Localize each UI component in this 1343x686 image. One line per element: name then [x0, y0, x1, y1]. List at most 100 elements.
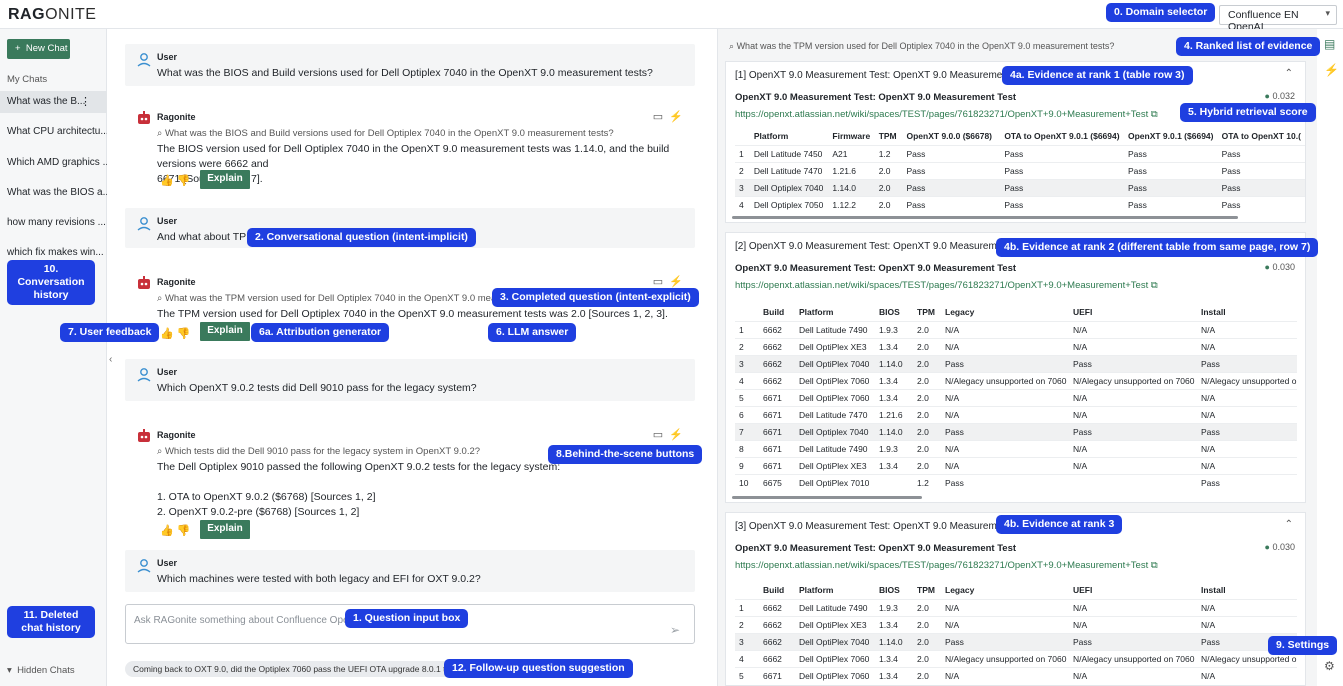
table-cell: 1.3.4 — [875, 337, 913, 355]
chat-history-item[interactable]: Which AMD graphics ... — [0, 152, 107, 174]
chevron-up-icon[interactable]: ⌃ — [1285, 519, 1293, 530]
explain-button[interactable]: Explain — [200, 520, 250, 539]
table-row: 4 6662 Dell OptiPlex 7060 1.3.4 2.0 N/Alegacy… — [735, 371, 1297, 389]
table-cell: N/A — [1069, 666, 1197, 684]
chat-history-item[interactable]: What was the B... ⋮ — [0, 91, 107, 113]
table-cell: 3 — [735, 178, 750, 196]
thumbs-down-icon[interactable]: 👎 — [177, 328, 191, 340]
magic-wand-icon[interactable]: ⚡ — [669, 111, 683, 123]
completed-question: ⌕ Which tests did the Dell 9010 pass for… — [157, 446, 481, 457]
folder-icon[interactable]: ▭ — [653, 276, 663, 288]
send-icon[interactable]: ➢ — [670, 623, 680, 637]
table-cell: N/A — [1197, 405, 1297, 423]
table-cell: N/A — [941, 598, 1069, 616]
table-cell: Pass — [1217, 161, 1305, 179]
evidence-query: ⌕ What was the TPM version used for Dell… — [729, 41, 1115, 51]
table-header-cell: TPM — [917, 584, 935, 595]
table-cell: 6 — [735, 405, 759, 423]
table-cell: 6662 — [759, 615, 795, 633]
table-cell: 1.9.3 — [875, 439, 913, 457]
table-cell: N/A — [941, 456, 1069, 474]
magic-wand-icon[interactable]: ⚡ — [669, 276, 683, 288]
external-link-icon: ⧉ — [1150, 109, 1158, 120]
table-cell: N/Alegacy unsupported on — [1197, 371, 1297, 389]
new-chat-button[interactable]: + New Chat — [7, 39, 70, 59]
table-cell: Dell OptiPlex 7060 — [795, 371, 875, 389]
table-header-cell: Platform — [799, 306, 834, 317]
hidden-chats-toggle[interactable]: ▾ Hidden Chats — [7, 665, 75, 676]
table-cell: N/A — [1197, 388, 1297, 406]
callout-attribution: 6a. Attribution generator — [251, 323, 390, 342]
table-cell: 2.0 — [913, 337, 941, 355]
question-input-placeholder: Ask RAGonite something about Confluence … — [134, 615, 375, 626]
table-header-cell: Platform — [799, 584, 834, 595]
table-cell: Pass — [1000, 178, 1124, 196]
table-cell: Pass — [1123, 144, 1218, 162]
callout-completed-question: 3. Completed question (intent-explicit) — [492, 288, 699, 307]
chevron-left-icon[interactable]: ‹ — [109, 354, 112, 365]
table-cell: Dell Optiplex 7050 — [749, 195, 829, 213]
assistant-message: Ragonite ▭ ⚡ ⌕ What was the BIOS and Bui… — [125, 104, 695, 194]
thumbs-up-icon[interactable]: 👍 — [160, 525, 174, 537]
folder-icon[interactable]: ▭ — [653, 429, 663, 441]
behind-the-scene-buttons: ▭ ⚡ — [653, 428, 683, 441]
user-icon — [137, 559, 151, 573]
domain-selector[interactable]: Confluence EN OpenAI ▾ — [1219, 5, 1337, 33]
table-cell: 1.3.4 — [875, 371, 913, 389]
user-icon — [137, 368, 151, 382]
table-cell: Dell OptiPlex XE3 — [795, 337, 875, 355]
table-row: 3 6662 Dell OptiPlex 7040 1.14.0 2.0 Pass Pass… — [735, 354, 1297, 372]
user-question: What was the BIOS and Build versions use… — [157, 67, 653, 79]
table-cell: 5 — [735, 666, 759, 684]
table-header-cell: OpenXT 9.0.0 ($6678) — [906, 130, 993, 141]
explain-button[interactable]: Explain — [200, 322, 250, 341]
callout-evidence-rank-3: 4b. Evidence at rank 3 — [996, 515, 1123, 534]
table-cell: Pass — [1123, 195, 1218, 213]
callout-conversational-question: 2. Conversational question (intent-impli… — [247, 228, 476, 247]
table-header-row: Build Platform BIOS TPM Legacy UEFI Install — [735, 303, 1297, 321]
table-cell: Dell OptiPlex 7060 — [795, 649, 875, 667]
callout-ranked-evidence: 4. Ranked list of evidence — [1176, 37, 1321, 56]
explain-button[interactable]: Explain — [200, 170, 250, 189]
chevron-up-icon[interactable]: ⌃ — [1285, 68, 1293, 79]
evidence-panel-icon[interactable]: ▤ — [1324, 37, 1335, 51]
horizontal-scrollbar[interactable] — [732, 496, 922, 499]
table-row: 4 6662 Dell OptiPlex 7060 1.3.4 2.0 N/Alegacy… — [735, 649, 1297, 667]
table-cell: 6675 — [759, 473, 795, 491]
callout-retrieval-score: 5. Hybrid retrieval score — [1180, 103, 1316, 122]
table-cell: 1.9.3 — [875, 598, 913, 616]
horizontal-scrollbar[interactable] — [732, 216, 1238, 219]
search-icon: ⌕ — [729, 41, 735, 51]
folder-icon[interactable]: ▭ — [653, 111, 663, 123]
kebab-icon[interactable]: ⋮ — [80, 95, 91, 108]
magic-wand-icon[interactable]: ⚡ — [669, 429, 683, 441]
chat-history-item[interactable]: how many revisions ... — [0, 212, 107, 234]
table-cell: N/A — [1069, 598, 1197, 616]
behind-the-scene-buttons: ▭ ⚡ — [653, 110, 683, 123]
table-cell: Pass — [1217, 178, 1305, 196]
evidence-link[interactable]: https://openxt.atlassian.net/wiki/spaces… — [735, 560, 1158, 571]
evidence-link[interactable]: https://openxt.atlassian.net/wiki/spaces… — [735, 109, 1158, 120]
user-feedback: 👍 👎 — [160, 327, 190, 340]
chat-history-item[interactable]: What CPU architectu... — [0, 121, 107, 143]
magic-wand-icon[interactable]: ⚡ — [1324, 63, 1339, 77]
thumbs-down-icon[interactable]: 👎 — [177, 525, 191, 537]
table-cell: N/A — [1069, 456, 1197, 474]
table-cell: 6662 — [759, 320, 795, 338]
table-cell: Dell Latitude 7490 — [795, 439, 875, 457]
gear-icon[interactable]: ⚙ — [1324, 659, 1335, 673]
table-header-row: Build Platform BIOS TPM Legacy UEFI Install — [735, 581, 1297, 599]
table-cell: 6662 — [759, 354, 795, 372]
callout-user-feedback: 7. User feedback — [60, 323, 160, 342]
evidence-title: [1] OpenXT 9.0 Measurement Test: OpenXT … — [735, 70, 1032, 81]
thumbs-up-icon[interactable]: 👍 — [160, 328, 174, 340]
evidence-link[interactable]: https://openxt.atlassian.net/wiki/spaces… — [735, 280, 1158, 291]
table-header-cell: TPM — [878, 130, 897, 141]
table-cell: 1.12.2 — [828, 195, 875, 213]
thumbs-up-icon[interactable]: 👍 — [160, 175, 174, 187]
chat-history-item[interactable]: What was the BIOS a... — [0, 182, 107, 204]
user-question: Which OpenXT 9.0.2 tests did Dell 9010 p… — [157, 382, 477, 394]
evidence-table: Build Platform BIOS TPM Legacy UEFI Install 1 66… — [735, 581, 1297, 684]
chevron-down-icon: ▾ — [1325, 8, 1330, 18]
thumbs-down-icon[interactable]: 👎 — [177, 175, 191, 187]
